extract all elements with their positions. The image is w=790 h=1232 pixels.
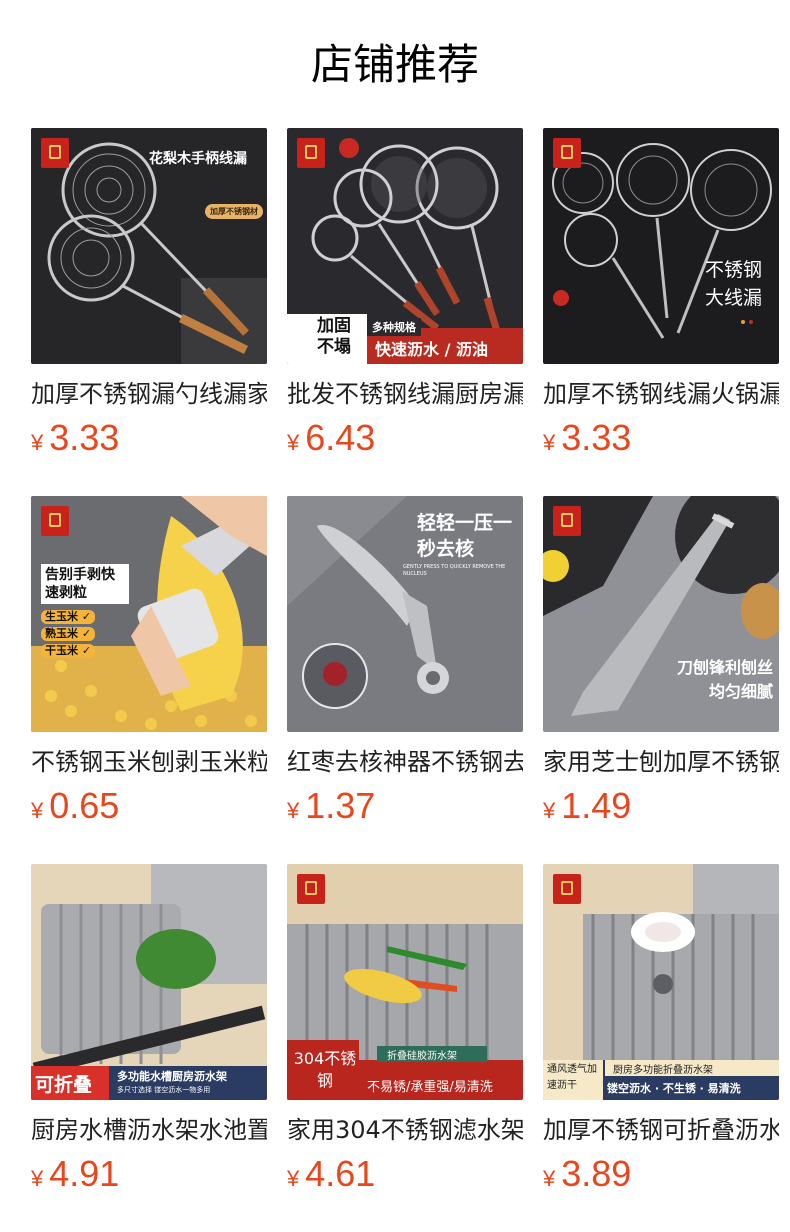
product-card[interactable]: 可折叠 多功能水槽厨房沥水架 多尺寸选择 镂空沥水一物多用 厨房水槽沥水架水池置…: [31, 864, 267, 1194]
product-price: ¥3.89: [543, 1149, 779, 1199]
product-name[interactable]: 不锈钢玉米刨剥玉米粒器: [31, 746, 267, 778]
image-badge: 加厚不锈钢材: [205, 204, 263, 219]
image-sub: 多尺寸选择 镂空沥水一物多用: [117, 1086, 211, 1094]
image-subcaption: GENTLY PRESS TO QUICKLY REMOVE THE NUCLE…: [403, 564, 506, 577]
price-value: 4.61: [305, 1153, 376, 1194]
price-value: 3.33: [49, 417, 120, 458]
product-card[interactable]: 花梨木手柄线漏 加厚不锈钢材 加厚不锈钢漏勺线漏家用 ¥3.33: [31, 128, 267, 458]
image-label: 干玉米 ✓: [41, 644, 96, 658]
brand-logo: [553, 506, 581, 536]
brand-logo: [553, 138, 581, 168]
image-caption: 告别手剥快速剥粒: [41, 564, 129, 604]
product-image[interactable]: 不锈钢大线漏: [543, 128, 779, 364]
product-card[interactable]: 告别手剥快速剥粒 生玉米 ✓ 熟玉米 ✓ 干玉米 ✓ 不锈钢玉米刨剥玉米粒器 ¥…: [31, 496, 267, 826]
product-price: ¥1.49: [543, 781, 779, 831]
image-tag: 折叠硅胶沥水架: [387, 1051, 457, 1062]
product-price: ¥6.43: [287, 413, 523, 463]
product-name[interactable]: 批发不锈钢线漏厨房漏勺: [287, 378, 523, 410]
product-name[interactable]: 厨房水槽沥水架水池置物架: [31, 1114, 267, 1146]
image-label-list: 生玉米 ✓ 熟玉米 ✓ 干玉米 ✓: [41, 610, 96, 658]
price-value: 1.37: [305, 785, 376, 826]
price-value: 1.49: [561, 785, 632, 826]
image-caption: 花梨木手柄线漏: [149, 151, 247, 167]
image-tag: 多种规格: [367, 318, 421, 336]
image-banner: 不易锈/承重强/易清洗: [367, 1080, 493, 1095]
image-caption: 轻轻一压一秒去核: [417, 512, 513, 560]
product-card[interactable]: 不锈钢大线漏 加厚不锈钢线漏火锅漏勺 ¥3.33: [543, 128, 779, 458]
price-value: 3.33: [561, 417, 632, 458]
currency-symbol: ¥: [287, 1166, 300, 1191]
image-caption: 刀刨锋利刨丝均匀细腻: [676, 658, 773, 701]
currency-symbol: ¥: [287, 798, 300, 823]
image-label: 熟玉米 ✓: [41, 627, 96, 641]
product-price: ¥4.91: [31, 1149, 267, 1199]
product-name[interactable]: 家用芝士刨加厚不锈钢刨丝器: [543, 746, 779, 778]
image-caption: 可折叠: [35, 1074, 93, 1096]
brand-logo: [41, 506, 69, 536]
product-card[interactable]: 通风透气加速沥干 厨房多功能折叠沥水架 镂空沥水 · 不生锈 · 易清洗 加厚不…: [543, 864, 779, 1194]
currency-symbol: ¥: [543, 430, 556, 455]
image-caption: 304不锈钢: [293, 1049, 357, 1090]
currency-symbol: ¥: [31, 430, 44, 455]
currency-symbol: ¥: [543, 1166, 556, 1191]
currency-symbol: ¥: [543, 798, 556, 823]
product-name[interactable]: 加厚不锈钢线漏火锅漏勺: [543, 378, 779, 410]
image-caption: 加固不塌: [317, 316, 351, 357]
brand-logo: [553, 874, 581, 904]
product-price: ¥3.33: [31, 413, 267, 463]
product-price: ¥0.65: [31, 781, 267, 831]
product-image[interactable]: 轻轻一压一秒去核 GENTLY PRESS TO QUICKLY REMOVE …: [287, 496, 523, 732]
product-card[interactable]: 轻轻一压一秒去核 GENTLY PRESS TO QUICKLY REMOVE …: [287, 496, 523, 826]
brand-logo: [297, 874, 325, 904]
image-banner: 快速沥水 / 沥油: [375, 340, 488, 359]
brand-logo: [41, 138, 69, 168]
product-price: ¥1.37: [287, 781, 523, 831]
product-name[interactable]: 加厚不锈钢可折叠沥水架: [543, 1114, 779, 1146]
currency-symbol: ¥: [31, 1166, 44, 1191]
product-price: ¥3.33: [543, 413, 779, 463]
price-value: 0.65: [49, 785, 120, 826]
product-image[interactable]: 通风透气加速沥干 厨房多功能折叠沥水架 镂空沥水 · 不生锈 · 易清洗: [543, 864, 779, 1100]
currency-symbol: ¥: [31, 798, 44, 823]
product-card[interactable]: 刀刨锋利刨丝均匀细腻 家用芝士刨加厚不锈钢刨丝器 ¥1.49: [543, 496, 779, 826]
product-name[interactable]: 红枣去核神器不锈钢去核器: [287, 746, 523, 778]
product-image[interactable]: 告别手剥快速剥粒 生玉米 ✓ 熟玉米 ✓ 干玉米 ✓: [31, 496, 267, 732]
image-caption: 不锈钢大线漏: [705, 259, 763, 309]
currency-symbol: ¥: [287, 430, 300, 455]
product-image[interactable]: 304不锈钢 折叠硅胶沥水架 不易锈/承重强/易清洗: [287, 864, 523, 1100]
brand-logo: [297, 138, 325, 168]
image-tag: 厨房多功能折叠沥水架: [613, 1065, 713, 1076]
product-image[interactable]: 刀刨锋利刨丝均匀细腻: [543, 496, 779, 732]
price-value: 4.91: [49, 1153, 120, 1194]
product-name[interactable]: 家用304不锈钢滤水架沥水篮: [287, 1114, 523, 1146]
product-card[interactable]: 加固不塌 多种规格 快速沥水 / 沥油 批发不锈钢线漏厨房漏勺 ¥6.43: [287, 128, 523, 458]
product-image[interactable]: 加固不塌 多种规格 快速沥水 / 沥油: [287, 128, 523, 364]
price-value: 6.43: [305, 417, 376, 458]
product-card[interactable]: 304不锈钢 折叠硅胶沥水架 不易锈/承重强/易清洗 家用304不锈钢滤水架沥水…: [287, 864, 523, 1194]
image-banner: 多功能水槽厨房沥水架: [117, 1070, 227, 1083]
store-recommendation-page: 店铺推荐 花梨木手柄线漏 加厚不锈钢材 加厚不锈钢漏勺线漏家 ¥ 3.33 加固…: [0, 0, 790, 1232]
price-value: 3.89: [561, 1153, 632, 1194]
image-label: 生玉米 ✓: [41, 610, 96, 624]
product-price: ¥4.61: [287, 1149, 523, 1199]
image-caption: 通风透气加速沥干: [547, 1064, 597, 1091]
image-banner: 镂空沥水 · 不生锈 · 易清洗: [607, 1082, 741, 1095]
product-image[interactable]: 可折叠 多功能水槽厨房沥水架 多尺寸选择 镂空沥水一物多用: [31, 864, 267, 1100]
product-name[interactable]: 加厚不锈钢漏勺线漏家用: [31, 378, 267, 410]
product-image[interactable]: 花梨木手柄线漏 加厚不锈钢材: [31, 128, 267, 364]
section-title: 店铺推荐: [310, 40, 479, 89]
